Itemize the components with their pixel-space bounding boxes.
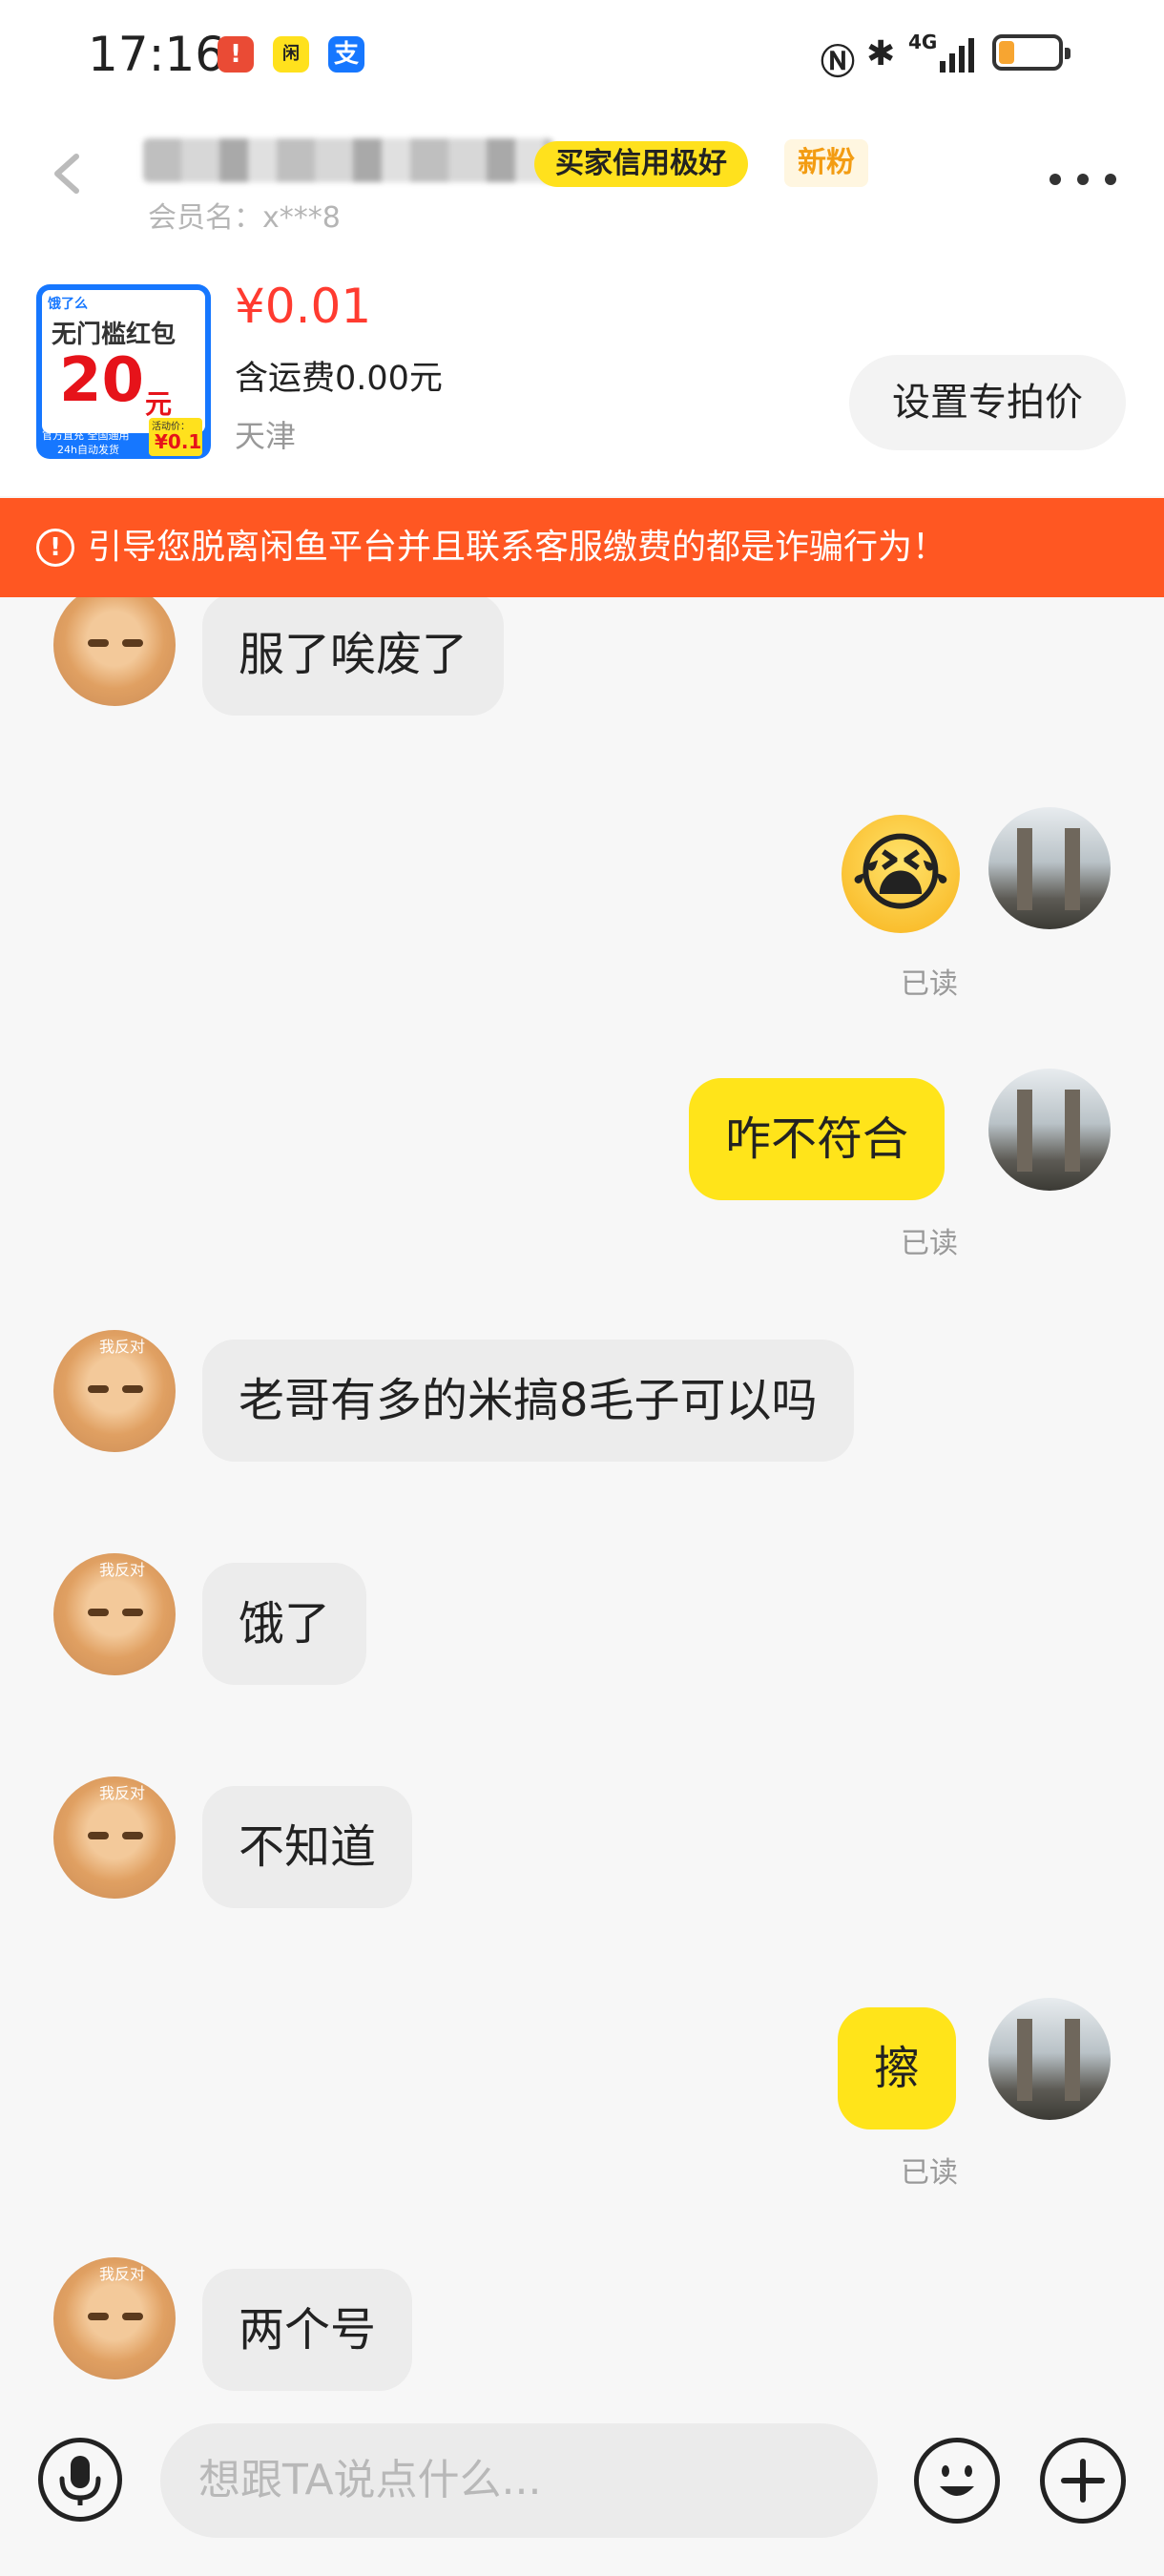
member-name: 会员名：x***8 (148, 201, 341, 235)
fraud-warning-banner: ! 引导您脱离闲鱼平台并且联系客服缴费的都是诈骗行为！ (0, 498, 1164, 597)
warning-icon: ! (36, 529, 74, 567)
message-bubble-right[interactable]: 咋不符合 (689, 1078, 946, 1200)
product-location: 天津 (235, 418, 297, 454)
more-actions-button[interactable] (1040, 2438, 1126, 2524)
credit-badge: 买家信用极好 (534, 141, 748, 187)
network-label: 4G (908, 31, 938, 53)
message-bubble-left[interactable]: 不知道 (202, 1786, 413, 1908)
product-image-unit: 元 (145, 388, 173, 420)
read-receipt: 已读 (901, 1227, 958, 1260)
set-special-price-button[interactable]: 设置专拍价 (849, 355, 1126, 450)
my-avatar[interactable] (988, 1998, 1111, 2120)
chat-messages[interactable]: 服了唉废了 😭 已读 咋不符合 已读 我反对 老哥有多的米搞8毛子可以吗 我反对… (0, 597, 1164, 2395)
microphone-icon (59, 2456, 101, 2505)
shipping-fee: 含运费0.00元 (235, 360, 443, 398)
other-user-avatar[interactable]: 我反对 (53, 2257, 176, 2379)
status-time: 17:16 (88, 27, 226, 82)
message-bubble-left[interactable]: 服了唉废了 (202, 597, 505, 716)
product-image-note2: 24h自动发货 (57, 444, 119, 456)
fraud-warning-text: 引导您脱离闲鱼平台并且联系客服缴费的都是诈骗行为！ (88, 528, 947, 567)
blurred-username (143, 138, 553, 182)
xianyu-app-icon: 闲 (273, 36, 309, 73)
bluetooth-icon: ✱ (866, 34, 896, 73)
emoji-button[interactable] (914, 2438, 1000, 2524)
other-user-avatar[interactable]: 我反对 (53, 1553, 176, 1675)
smiley-icon (940, 2465, 974, 2496)
product-image-amount: 20 (59, 345, 145, 416)
my-avatar[interactable] (988, 1069, 1111, 1191)
notification-red-icon: ! (218, 36, 254, 73)
product-price: ¥0.01 (235, 279, 372, 334)
product-image-promo: 活动价： ¥0.1 (149, 418, 202, 456)
message-bubble-left[interactable]: 两个号 (202, 2269, 413, 2391)
nfc-icon: Ⓝ (821, 43, 856, 82)
other-user-avatar[interactable]: 我反对 (53, 1776, 176, 1899)
alipay-icon: 支 (328, 36, 364, 73)
signal-icon (940, 38, 978, 73)
other-user-avatar[interactable] (53, 597, 176, 706)
read-receipt: 已读 (901, 967, 958, 1001)
product-image[interactable]: 饿了么 无门槛红包 20 元 官方直充 全国通用 24h自动发货 活动价： ¥0… (36, 284, 211, 459)
plus-icon (1061, 2459, 1105, 2503)
other-user-avatar[interactable]: 我反对 (53, 1330, 176, 1452)
message-bubble-right[interactable]: 擦 (838, 2007, 957, 2129)
read-receipt: 已读 (901, 2156, 958, 2190)
crying-emoji[interactable]: 😭 (842, 815, 960, 933)
more-options-icon[interactable] (1050, 174, 1116, 185)
battery-icon (992, 34, 1070, 71)
back-arrow-icon[interactable] (48, 153, 90, 195)
message-bubble-left[interactable]: 老哥有多的米搞8毛子可以吗 (202, 1340, 854, 1462)
message-input[interactable]: 想跟TA说点什么... (160, 2423, 878, 2538)
product-image-note1: 官方直充 全国通用 (42, 429, 130, 442)
eleme-logo: 饿了么 (48, 297, 88, 312)
voice-input-button[interactable] (38, 2438, 122, 2522)
my-avatar[interactable] (988, 807, 1111, 929)
new-fan-badge: 新粉 (784, 139, 868, 187)
message-bubble-left[interactable]: 饿了 (202, 1563, 367, 1685)
